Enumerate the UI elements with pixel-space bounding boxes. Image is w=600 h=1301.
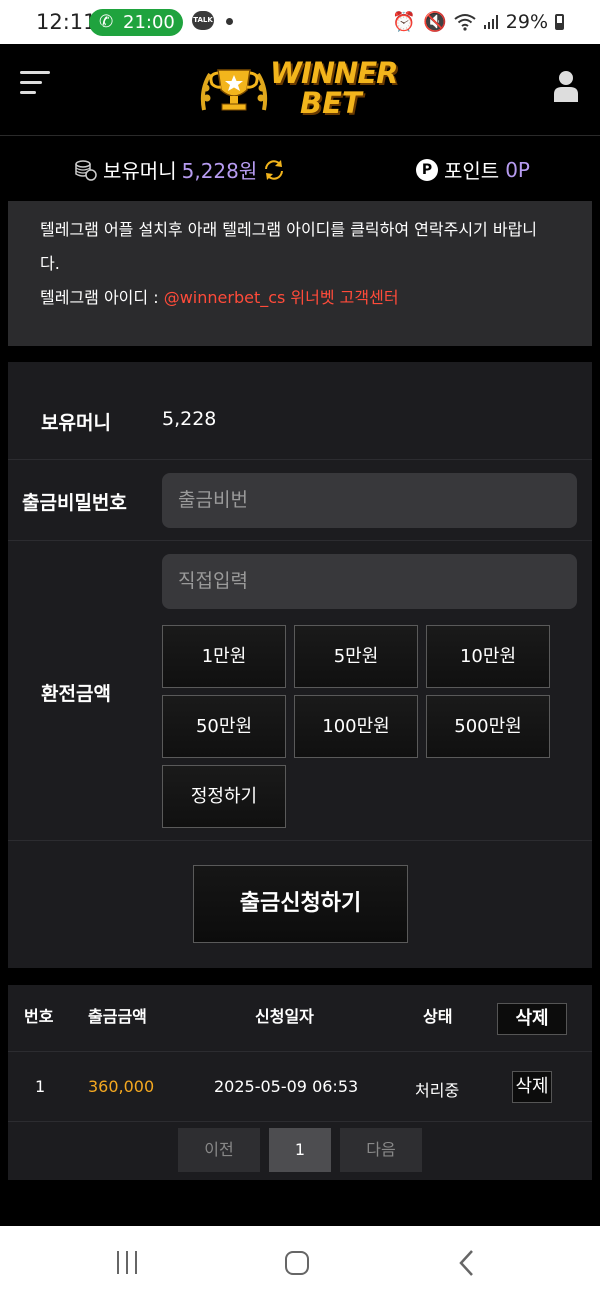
amount-button-1m[interactable]: 100만원 <box>294 695 418 758</box>
amount-row: 환전금액 직접입력 1만원 5만원 10만원 50만원 100만원 500만원 … <box>8 541 592 841</box>
point-icon: P <box>416 158 438 181</box>
telegram-id-link[interactable]: @winnerbet_cs 위너벳 고객센터 <box>164 288 399 307</box>
logo-text-winner: WINNER <box>270 56 398 90</box>
user-icon[interactable] <box>554 70 578 102</box>
recent-apps-icon[interactable] <box>117 1251 137 1274</box>
phone-icon: ✆ <box>99 12 114 32</box>
home-icon[interactable] <box>285 1251 309 1275</box>
amount-button-100k[interactable]: 10만원 <box>426 625 550 688</box>
header-date: 신청일자 <box>255 1007 314 1026</box>
balance-label: 보유머니 <box>103 159 177 183</box>
point-label: 포인트 <box>444 159 500 183</box>
page-1-button[interactable]: 1 <box>269 1128 331 1172</box>
notification-dot-icon <box>226 18 233 25</box>
pagination: 이전 1 다음 <box>8 1128 592 1174</box>
call-indicator[interactable]: ✆ 21:00 <box>89 9 183 36</box>
point-value: 0P <box>505 157 530 182</box>
withdrawal-history: 번호 출금금액 신청일자 상태 삭제 1 360,000 2025-05-09 … <box>8 985 592 1180</box>
battery-percent: 29% <box>505 10 548 33</box>
status-time: 12:11 <box>36 10 97 34</box>
logo-text-bet: BET <box>300 86 362 120</box>
prev-page-button[interactable]: 이전 <box>178 1128 260 1172</box>
password-label: 출금비밀번호 <box>22 492 127 514</box>
telegram-id-label: 텔레그램 아이디 : <box>40 288 159 307</box>
kakaotalk-icon: TALK <box>192 11 214 30</box>
reset-amount-button[interactable]: 정정하기 <box>162 765 286 828</box>
app-header: WINNER BET <box>0 44 600 136</box>
telegram-notice: 텔레그램 어플 설치후 아래 텔레그램 아이디를 클릭하여 연락주시기 바랍니 … <box>8 201 592 346</box>
call-time: 21:00 <box>123 12 175 33</box>
money-bar: 보유머니 5,228원 P 포인트 0P <box>0 137 600 201</box>
trophy-icon <box>200 69 268 111</box>
amount-button-5m[interactable]: 500만원 <box>426 695 550 758</box>
winnerbet-logo[interactable]: WINNER BET <box>196 56 406 124</box>
row-delete-button[interactable]: 삭제 <box>512 1071 552 1103</box>
balance-display: 보유머니 5,228원 <box>74 155 286 184</box>
battery-icon <box>555 13 564 30</box>
amount-button-10k[interactable]: 1만원 <box>162 625 286 688</box>
balance-value: 5,228원 <box>181 159 258 183</box>
alarm-icon: ⏰ <box>392 11 417 33</box>
amount-input[interactable]: 직접입력 <box>162 554 577 609</box>
delete-all-button[interactable]: 삭제 <box>497 1003 567 1035</box>
telegram-id-line: 텔레그램 아이디 : @winnerbet_cs 위너벳 고객센터 <box>40 281 562 315</box>
menu-icon[interactable] <box>20 71 50 99</box>
row-date: 2025-05-09 06:53 <box>214 1077 359 1096</box>
wifi-icon <box>454 13 476 31</box>
table-row: 1 360,000 2025-05-09 06:53 처리중 삭제 <box>8 1053 592 1122</box>
point-display: P 포인트 0P <box>416 155 530 184</box>
password-row: 출금비밀번호 출금비번 <box>8 460 592 541</box>
amount-button-50k[interactable]: 5만원 <box>294 625 418 688</box>
signal-icon <box>483 14 498 29</box>
row-amount: 360,000 <box>88 1077 155 1096</box>
withdrawal-form: 보유머니 5,228 출금비밀번호 출금비번 환전금액 직접입력 1만원 5만원… <box>8 362 592 968</box>
submit-withdrawal-button[interactable]: 출금신청하기 <box>193 865 408 943</box>
refresh-icon[interactable] <box>262 158 286 182</box>
notice-line-2: 다. <box>40 254 60 273</box>
back-icon[interactable] <box>458 1249 474 1277</box>
row-status: 처리중 <box>415 1081 460 1100</box>
notice-line-1: 텔레그램 어플 설치후 아래 텔레그램 아이디를 클릭하여 연락주시기 바랍니 <box>40 220 538 239</box>
coins-icon <box>75 159 97 181</box>
form-balance-value: 5,228 <box>162 408 217 430</box>
header-no: 번호 <box>24 1007 54 1026</box>
header-amount: 출금금액 <box>88 1007 147 1026</box>
withdraw-password-input[interactable]: 출금비번 <box>162 473 577 528</box>
system-nav-bar <box>0 1226 600 1301</box>
amount-label: 환전금액 <box>41 683 111 705</box>
history-header: 번호 출금금액 신청일자 상태 삭제 <box>8 985 592 1052</box>
mute-icon: 🔇 <box>423 11 447 33</box>
row-no: 1 <box>35 1077 46 1096</box>
status-icons: ⏰ 🔇 29% <box>392 10 564 33</box>
status-bar: 12:11 ✆ 21:00 TALK ⏰ 🔇 29% <box>0 0 600 44</box>
form-balance-label: 보유머니 <box>41 412 111 434</box>
header-status: 상태 <box>423 1007 453 1026</box>
next-page-button[interactable]: 다음 <box>340 1128 422 1172</box>
balance-row: 보유머니 5,228 <box>8 362 592 460</box>
amount-button-500k[interactable]: 50만원 <box>162 695 286 758</box>
